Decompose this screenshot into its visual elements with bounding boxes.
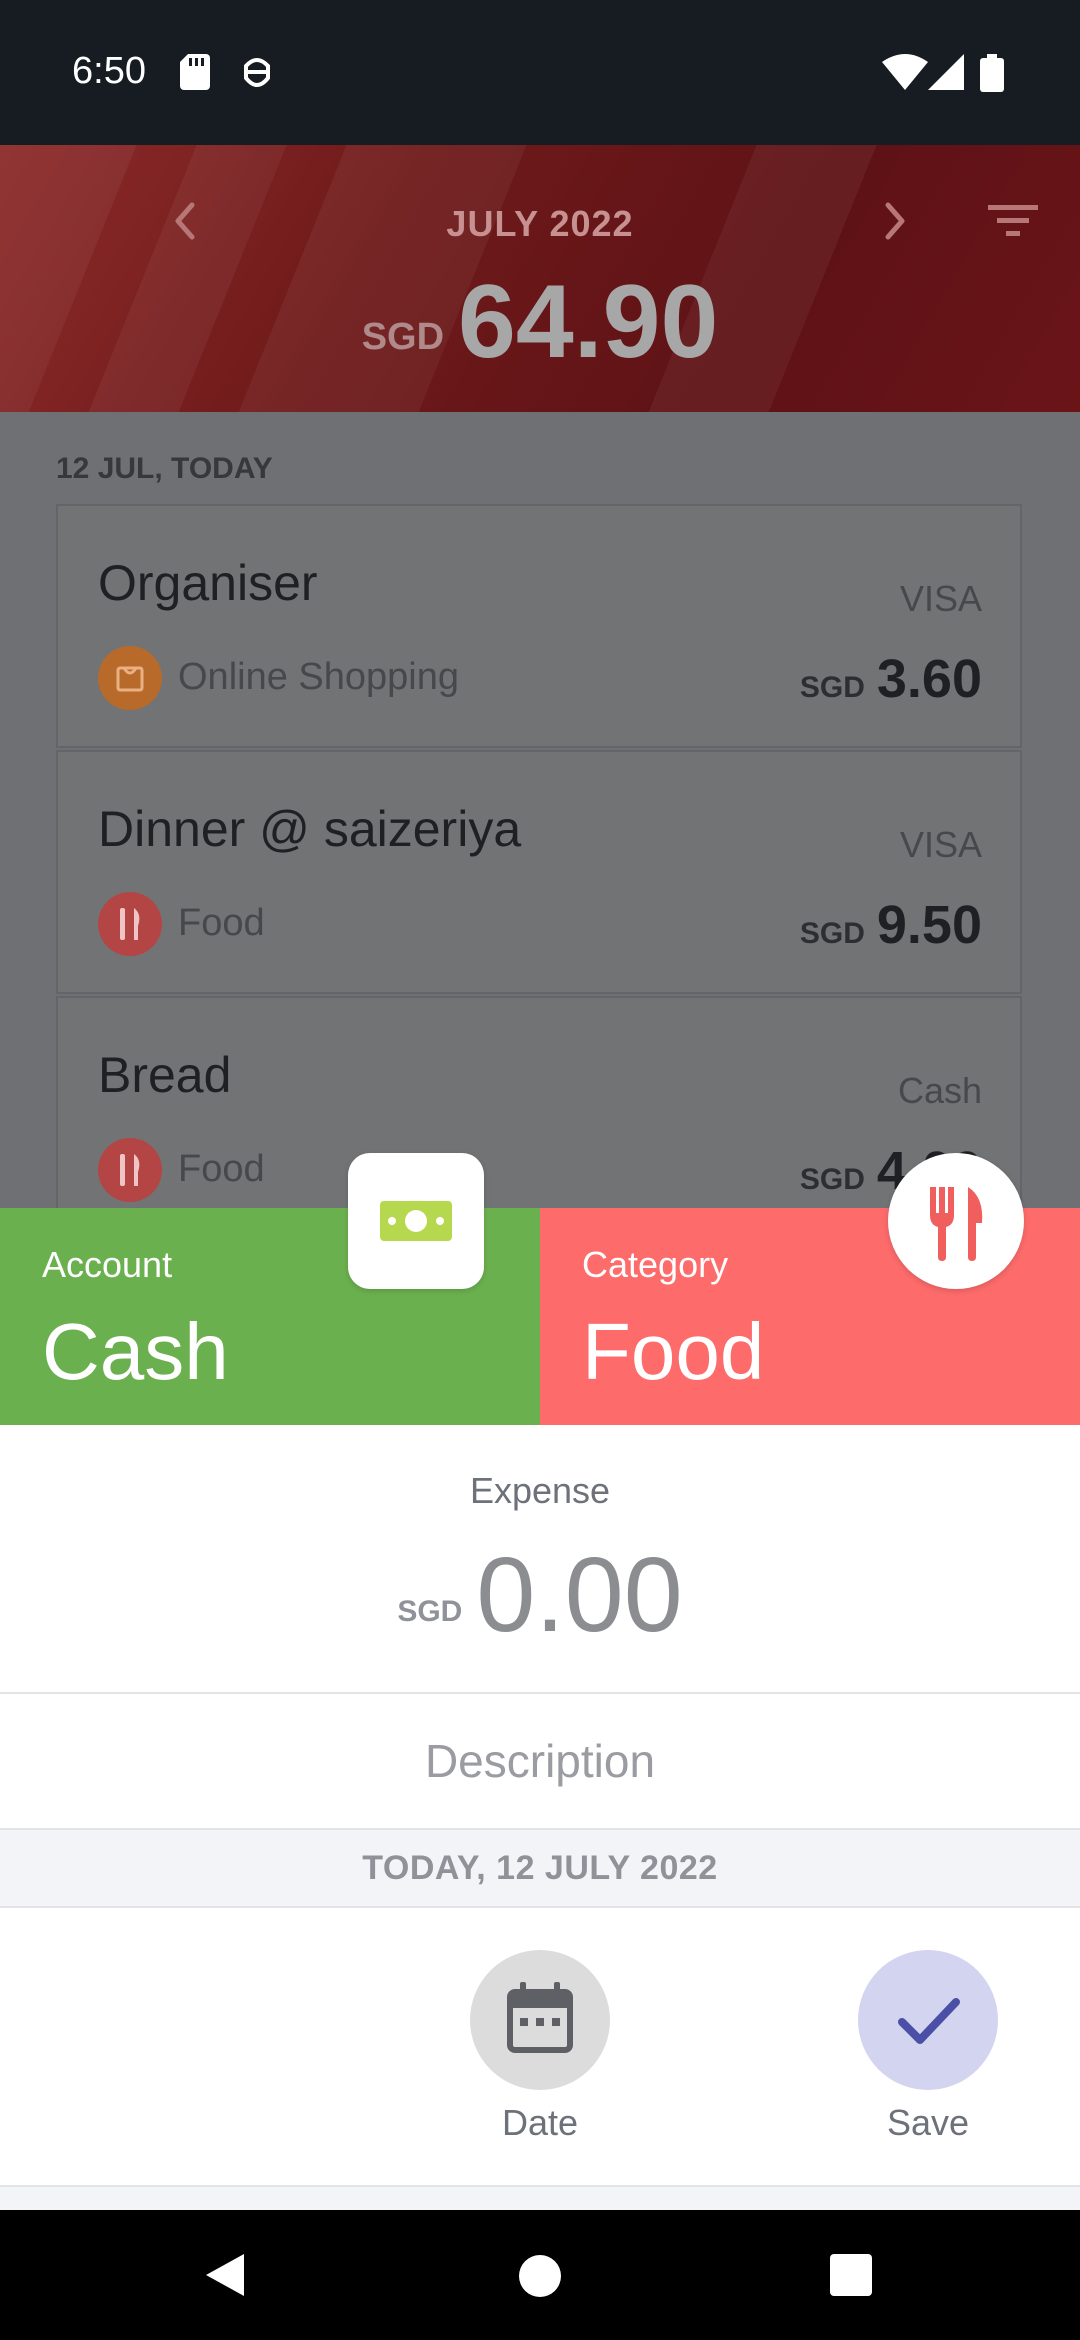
vpn-key-icon bbox=[244, 58, 270, 87]
calendar-icon bbox=[507, 1982, 573, 2053]
home-circle-icon[interactable] bbox=[518, 2254, 562, 2298]
utensils-icon[interactable] bbox=[888, 1153, 1024, 1289]
total-amount: 64.90 bbox=[458, 264, 719, 380]
amount-display[interactable]: SGD 0.00 bbox=[0, 1535, 1080, 1656]
month-label: JULY 2022 bbox=[446, 203, 634, 244]
sheet-footer bbox=[0, 2185, 1080, 2210]
wifi-icon bbox=[882, 54, 928, 90]
utensils-icon bbox=[98, 1138, 162, 1202]
utensils-icon bbox=[98, 892, 162, 956]
save-button[interactable] bbox=[858, 1950, 998, 2090]
transaction-card[interactable]: Bread Cash Food SGD4.00 bbox=[56, 996, 1022, 1240]
status-time: 6:50 bbox=[72, 50, 146, 92]
transaction-card[interactable]: Dinner @ saizeriya VISA Food SGD 9.50 bbox=[56, 750, 1022, 994]
date-button-label: Date bbox=[501, 2102, 579, 2143]
shopping-bag-icon bbox=[98, 646, 162, 710]
account-value: Cash bbox=[42, 1307, 229, 1396]
transaction-title: Dinner @ saizeriya bbox=[98, 801, 522, 857]
save-button-label: Save bbox=[886, 2102, 970, 2143]
transaction-amount: SGD 9.50 bbox=[799, 895, 982, 955]
payment-method: VISA bbox=[899, 824, 982, 865]
amount-value: 0.00 bbox=[476, 1536, 683, 1654]
recents-square-icon[interactable] bbox=[830, 2254, 872, 2296]
category-label: Category bbox=[582, 1244, 729, 1285]
sd-card-icon bbox=[180, 54, 210, 90]
month-header: JULY 2022 SGD 64.90 bbox=[0, 145, 1080, 412]
account-label: Account bbox=[42, 1244, 173, 1285]
transaction-card[interactable]: Organiser VISA Online Shopping SGD 3.60 bbox=[56, 504, 1022, 748]
transaction-title: Bread bbox=[98, 1047, 232, 1103]
filter-icon[interactable] bbox=[988, 203, 1038, 239]
status-bar: 6:50 bbox=[0, 0, 1080, 145]
amount-currency: SGD bbox=[397, 1595, 463, 1628]
check-icon bbox=[898, 1998, 960, 2044]
category-value: Food bbox=[582, 1307, 765, 1396]
transaction-category: Online Shopping bbox=[178, 656, 459, 698]
chevron-right-icon[interactable] bbox=[880, 199, 910, 243]
battery-icon bbox=[980, 54, 1004, 92]
total-currency: SGD bbox=[361, 316, 445, 358]
transaction-amount: SGD 3.60 bbox=[799, 649, 982, 709]
date-button[interactable] bbox=[470, 1950, 610, 2090]
transaction-category: Food bbox=[178, 902, 265, 944]
transaction-title: Organiser bbox=[98, 555, 318, 611]
payment-method: Cash bbox=[897, 1070, 982, 1111]
payment-method: VISA bbox=[899, 578, 982, 619]
system-nav-bar bbox=[0, 2210, 1080, 2340]
list-date-header: 12 JUL, TODAY bbox=[56, 452, 273, 485]
selected-date[interactable]: TODAY, 12 JULY 2022 bbox=[0, 1828, 1080, 1908]
signal-icon bbox=[928, 54, 964, 90]
transaction-type-label[interactable]: Expense bbox=[0, 1470, 1080, 1512]
back-triangle-icon[interactable] bbox=[200, 2250, 250, 2300]
month-total: SGD 64.90 bbox=[0, 263, 1080, 382]
transaction-category: Food bbox=[178, 1148, 265, 1190]
banknote-icon[interactable] bbox=[348, 1153, 484, 1289]
description-input[interactable] bbox=[0, 1694, 1080, 1828]
